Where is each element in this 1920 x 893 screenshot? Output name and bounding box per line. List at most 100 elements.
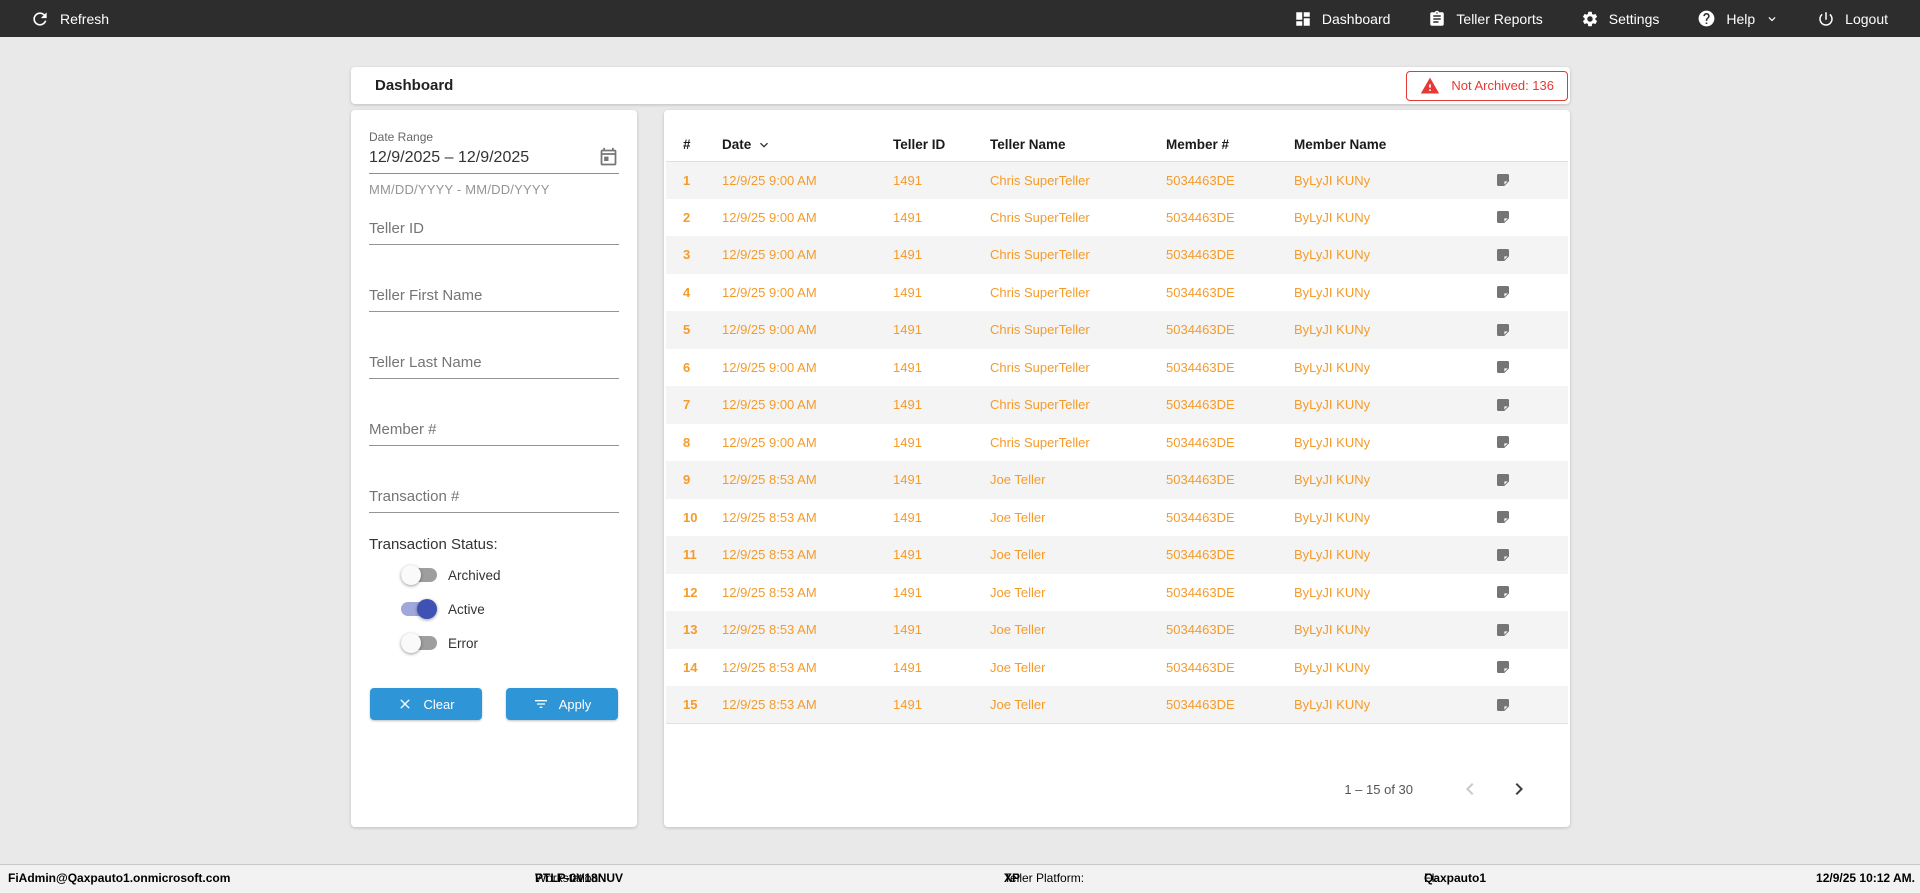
transaction-number-input[interactable] — [369, 484, 619, 513]
note-icon[interactable] — [1487, 311, 1568, 349]
table-row[interactable]: 14 12/9/25 8:53 AM 1491 Joe Teller 5034463DE… — [666, 649, 1568, 687]
column-note — [1487, 128, 1568, 162]
dashboard-grid-icon — [1294, 10, 1312, 28]
cell-member-number: 5034463DE — [1166, 322, 1235, 338]
cell-date: 12/9/25 9:00 AM — [722, 397, 817, 413]
cell-date: 12/9/25 9:00 AM — [722, 247, 817, 263]
table-row[interactable]: 4 12/9/25 9:00 AM 1491 Chris SuperTeller 503… — [666, 274, 1568, 312]
table-row[interactable]: 5 12/9/25 9:00 AM 1491 Chris SuperTeller 503… — [666, 311, 1568, 349]
note-icon[interactable] — [1487, 649, 1568, 687]
refresh-button[interactable]: Refresh — [30, 9, 109, 29]
cell-teller-id: 1491 — [893, 397, 922, 413]
teller-first-name-field — [369, 283, 619, 312]
cell-row-number: 13 — [683, 622, 698, 638]
note-icon[interactable] — [1487, 199, 1568, 237]
teller-first-name-input[interactable] — [369, 283, 619, 312]
nav-teller-reports[interactable]: Teller Reports — [1428, 10, 1543, 28]
active-switch[interactable] — [401, 599, 437, 619]
note-icon[interactable] — [1487, 386, 1568, 424]
not-archived-badge[interactable]: Not Archived: 136 — [1406, 70, 1568, 101]
platform-value: XP — [1004, 871, 1021, 885]
date-range-field[interactable]: Date Range 12/9/2025 – 12/9/2025 MM/DD/Y… — [369, 130, 619, 197]
table-row[interactable]: 11 12/9/25 8:53 AM 1491 Joe Teller 5034463DE… — [666, 536, 1568, 574]
table-row[interactable]: 8 12/9/25 9:00 AM 1491 Chris SuperTeller 503… — [666, 424, 1568, 462]
cell-date: 12/9/25 9:00 AM — [722, 209, 817, 225]
cell-date: 12/9/25 8:53 AM — [722, 547, 817, 563]
cell-date: 12/9/25 9:00 AM — [722, 284, 817, 300]
nav-dashboard[interactable]: Dashboard — [1294, 10, 1391, 28]
note-icon[interactable] — [1487, 536, 1568, 574]
filter-lines-icon — [533, 696, 549, 712]
error-switch[interactable] — [401, 633, 437, 653]
member-number-input[interactable] — [369, 417, 619, 446]
table-row[interactable]: 10 12/9/25 8:53 AM 1491 Joe Teller 5034463DE… — [666, 499, 1568, 537]
cell-teller-name: Chris SuperTeller — [990, 359, 1090, 375]
table-row[interactable]: 2 12/9/25 9:00 AM 1491 Chris SuperTeller 503… — [666, 199, 1568, 237]
clipboard-icon — [1428, 10, 1446, 28]
calendar-icon[interactable] — [598, 147, 619, 168]
cell-member-number: 5034463DE — [1166, 247, 1235, 263]
nav-settings[interactable]: Settings — [1581, 10, 1659, 28]
teller-id-input[interactable] — [369, 216, 619, 245]
column-member-name[interactable]: Member Name — [1294, 128, 1487, 162]
note-icon[interactable] — [1487, 611, 1568, 649]
toggle-archived[interactable]: Archived — [401, 563, 501, 587]
cell-member-name: ByLyJI KUNy — [1294, 434, 1371, 450]
chevron-left-icon — [1458, 777, 1482, 801]
cell-date: 12/9/25 8:53 AM — [722, 659, 817, 675]
toggle-error[interactable]: Error — [401, 631, 478, 655]
cell-teller-name: Joe Teller — [990, 472, 1046, 488]
cell-teller-id: 1491 — [893, 247, 922, 263]
table-row[interactable]: 13 12/9/25 8:53 AM 1491 Joe Teller 5034463DE… — [666, 611, 1568, 649]
note-icon[interactable] — [1487, 424, 1568, 462]
note-icon[interactable] — [1487, 574, 1568, 612]
cell-member-number: 5034463DE — [1166, 472, 1235, 488]
column-teller-name[interactable]: Teller Name — [990, 128, 1166, 162]
nav-logout[interactable]: Logout — [1817, 10, 1888, 28]
note-icon[interactable] — [1487, 499, 1568, 537]
main-content: Dashboard Not Archived: 136 Date Range 1… — [0, 37, 1920, 864]
toggle-active[interactable]: Active — [401, 597, 485, 621]
teller-last-name-input[interactable] — [369, 350, 619, 379]
column-member-number[interactable]: Member # — [1166, 128, 1294, 162]
column-date[interactable]: Date — [722, 128, 893, 162]
table-row[interactable]: 3 12/9/25 9:00 AM 1491 Chris SuperTeller 503… — [666, 236, 1568, 274]
cell-teller-name: Chris SuperTeller — [990, 434, 1090, 450]
cell-member-name: ByLyJI KUNy — [1294, 247, 1371, 263]
next-page-button[interactable] — [1507, 777, 1531, 801]
note-icon[interactable] — [1487, 461, 1568, 499]
navbar-menu: Dashboard Teller Reports Settings Help L… — [1294, 9, 1888, 28]
cell-member-name: ByLyJI KUNy — [1294, 322, 1371, 338]
table-row[interactable]: 15 12/9/25 8:53 AM 1491 Joe Teller 5034463DE… — [666, 686, 1568, 724]
previous-page-button[interactable] — [1458, 777, 1482, 801]
cell-teller-name: Chris SuperTeller — [990, 247, 1090, 263]
teller-last-name-field — [369, 350, 619, 379]
table-row[interactable]: 12 12/9/25 8:53 AM 1491 Joe Teller 5034463DE… — [666, 574, 1568, 612]
refresh-label: Refresh — [60, 10, 110, 27]
cell-row-number: 5 — [683, 322, 691, 338]
table-row[interactable]: 1 12/9/25 9:00 AM 1491 Chris SuperTeller 503… — [666, 161, 1568, 199]
cell-member-number: 5034463DE — [1166, 172, 1235, 188]
nav-help[interactable]: Help — [1697, 9, 1779, 28]
note-icon[interactable] — [1487, 274, 1568, 312]
note-icon[interactable] — [1487, 236, 1568, 274]
column-teller-id[interactable]: Teller ID — [893, 128, 990, 162]
cell-teller-name: Joe Teller — [990, 686, 1166, 724]
note-icon[interactable] — [1487, 686, 1568, 724]
nav-dashboard-label: Dashboard — [1321, 10, 1391, 27]
cell-member-name: ByLyJI KUNy — [1294, 686, 1487, 724]
workstation-value: PTLP-0V18NUV — [535, 871, 624, 885]
clear-button[interactable]: Clear — [370, 688, 482, 720]
table-row[interactable]: 7 12/9/25 9:00 AM 1491 Chris SuperTeller 503… — [666, 386, 1568, 424]
archived-switch[interactable] — [401, 565, 437, 585]
gear-icon — [1581, 10, 1599, 28]
note-icon[interactable] — [1487, 349, 1568, 387]
table-row[interactable]: 6 12/9/25 9:00 AM 1491 Chris SuperTeller 503… — [666, 349, 1568, 387]
status-bar: FiAdmin@Qaxpauto1.onmicrosoft.com Workst… — [0, 864, 1920, 893]
table-row[interactable]: 9 12/9/25 8:53 AM 1491 Joe Teller 5034463DE B… — [666, 461, 1568, 499]
apply-button[interactable]: Apply — [506, 688, 618, 720]
note-icon[interactable] — [1487, 161, 1568, 199]
cell-member-name: ByLyJI KUNy — [1294, 209, 1371, 225]
nav-teller-reports-label: Teller Reports — [1456, 10, 1543, 27]
cell-teller-name: Joe Teller — [990, 509, 1046, 525]
